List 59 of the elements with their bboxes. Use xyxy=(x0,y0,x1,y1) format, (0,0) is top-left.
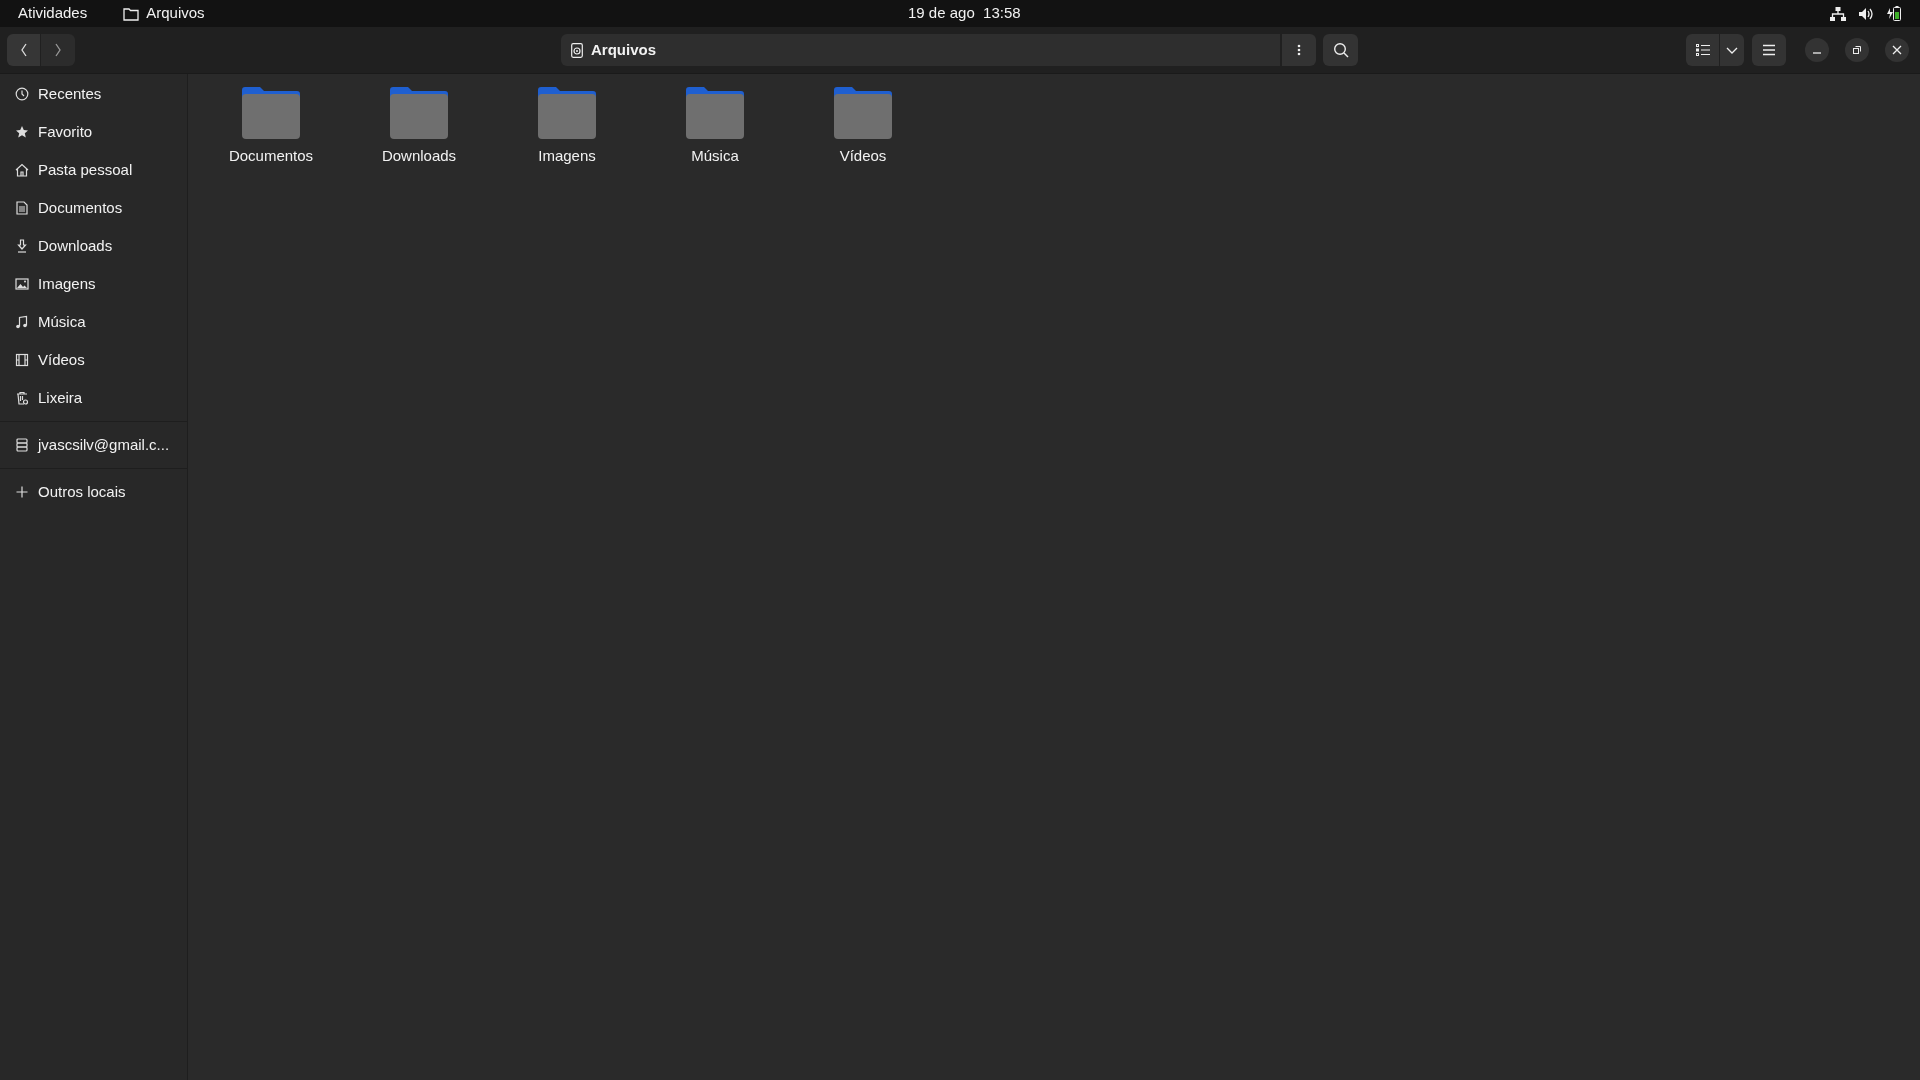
image-icon xyxy=(15,277,29,291)
minimize-button[interactable] xyxy=(1805,38,1829,62)
folder-icon[interactable] xyxy=(538,87,596,139)
sidebar-item[interactable]: Favorito xyxy=(0,113,187,151)
folder-name[interactable]: Vídeos xyxy=(839,145,887,168)
folder-name[interactable]: Imagens xyxy=(538,145,596,168)
drive-icon xyxy=(571,42,583,58)
star-icon xyxy=(15,125,29,139)
sidebar-item[interactable]: Outros locais xyxy=(0,473,187,511)
sidebar-item[interactable]: Imagens xyxy=(0,265,187,303)
film-icon xyxy=(15,353,29,367)
chevron-down-icon xyxy=(1726,46,1738,54)
battery-icon[interactable] xyxy=(1886,5,1902,22)
minimize-icon xyxy=(1813,52,1821,54)
chevron-left-icon xyxy=(19,43,28,57)
server-icon xyxy=(15,438,29,452)
activities-button[interactable]: Atividades xyxy=(18,2,88,25)
location-bar[interactable]: Arquivos xyxy=(561,34,1280,66)
clock-icon xyxy=(15,87,29,101)
restore-icon xyxy=(1852,45,1862,55)
network-icon[interactable] xyxy=(1830,6,1846,21)
folder-name[interactable]: Música xyxy=(691,145,739,168)
plus-icon xyxy=(15,485,29,499)
menu-icon xyxy=(1762,44,1776,56)
close-icon xyxy=(1892,45,1902,55)
volume-icon[interactable] xyxy=(1858,6,1874,21)
back-button[interactable] xyxy=(7,34,41,66)
app-menu[interactable]: Arquivos xyxy=(146,2,205,25)
maximize-button[interactable] xyxy=(1845,38,1869,62)
close-button[interactable] xyxy=(1885,38,1909,62)
sidebar-item[interactable]: Recentes xyxy=(0,75,187,113)
folder-icon[interactable] xyxy=(686,87,744,139)
house-icon xyxy=(15,163,29,177)
folder-icon[interactable] xyxy=(242,87,300,139)
folder-icon[interactable] xyxy=(834,87,892,139)
view-options-button[interactable] xyxy=(1720,34,1744,66)
view-list-button[interactable] xyxy=(1686,34,1720,66)
folder-icon xyxy=(123,6,140,21)
folder-name[interactable]: Documentos xyxy=(228,145,314,168)
folder-icon[interactable] xyxy=(390,87,448,139)
music-note-icon xyxy=(15,315,29,329)
folder-name[interactable]: Downloads xyxy=(381,145,457,168)
sidebar-item[interactable]: Documentos xyxy=(0,189,187,227)
document-icon xyxy=(15,201,29,215)
clock[interactable]: 19 de ago 13:58 xyxy=(908,2,1021,25)
sidebar-item[interactable]: Música xyxy=(0,303,187,341)
chevron-right-icon xyxy=(54,43,62,57)
list-icon xyxy=(1695,44,1710,56)
search-icon xyxy=(1332,42,1349,58)
trash-icon xyxy=(15,391,29,405)
sidebar-item[interactable]: Pasta pessoal xyxy=(0,151,187,189)
sidebar-item[interactable]: Downloads xyxy=(0,227,187,265)
sidebar-item[interactable]: Vídeos xyxy=(0,341,187,379)
vertical-dots-icon xyxy=(1297,44,1301,56)
download-arrow-icon xyxy=(15,239,29,253)
search-button[interactable] xyxy=(1323,34,1358,66)
sidebar-item[interactable]: jvascsilv@gmail.c... xyxy=(0,426,187,464)
sidebar-item[interactable]: Lixeira xyxy=(0,379,187,417)
menu-button[interactable] xyxy=(1752,34,1786,66)
